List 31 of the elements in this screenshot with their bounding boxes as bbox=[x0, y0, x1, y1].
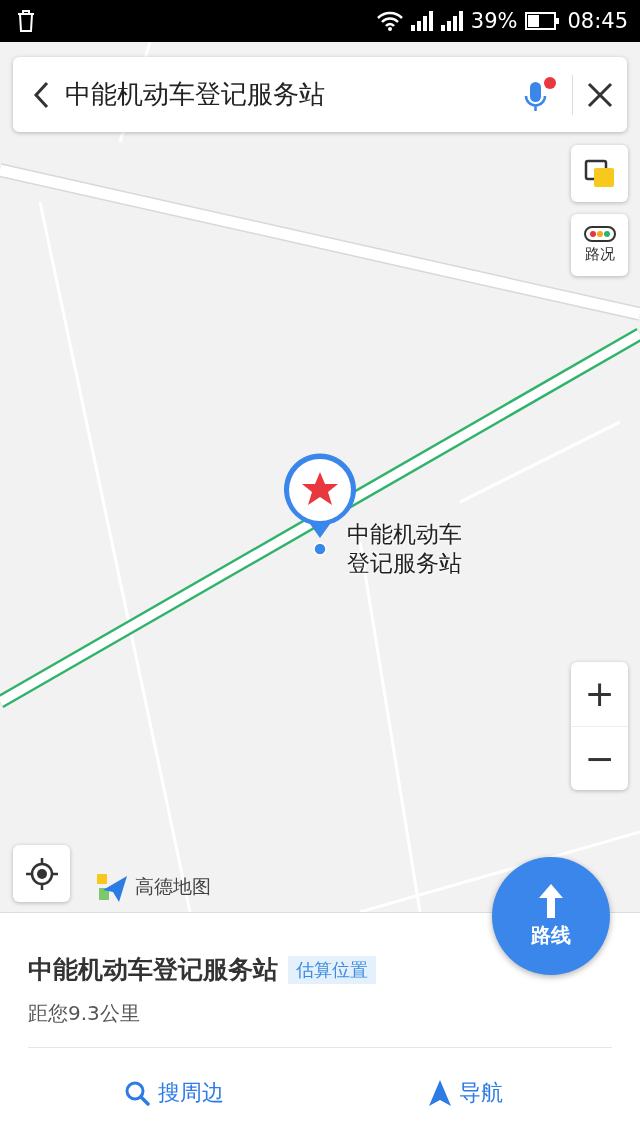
arrow-up-icon bbox=[539, 883, 563, 918]
search-field[interactable]: 中能机动车登记服务站 bbox=[63, 78, 510, 111]
navigation-button[interactable]: 导航 bbox=[320, 1070, 612, 1116]
search-bar[interactable]: 中能机动车登记服务站 bbox=[13, 57, 627, 132]
crosshair-icon bbox=[24, 856, 59, 891]
location-dot-icon bbox=[313, 542, 327, 556]
clock-time: 08:45 bbox=[567, 9, 628, 33]
traffic-light-icon bbox=[583, 226, 616, 242]
zoom-out-button[interactable]: − bbox=[571, 725, 628, 790]
microphone-button[interactable] bbox=[524, 75, 558, 114]
place-name: 中能机动车登记服务站 bbox=[28, 954, 278, 986]
search-icon bbox=[124, 1080, 150, 1106]
back-button[interactable] bbox=[33, 80, 49, 109]
place-label: 中能机动车登记服务站 bbox=[347, 520, 463, 578]
navigation-arrow-icon bbox=[429, 1080, 451, 1106]
distance-text: 距您9.3公里 bbox=[28, 1000, 141, 1027]
battery-percent: 39% bbox=[470, 9, 518, 33]
battery-icon bbox=[525, 12, 560, 30]
layers-icon bbox=[583, 158, 616, 189]
trash-icon bbox=[16, 10, 36, 32]
signal-icon bbox=[410, 11, 433, 31]
zoom-in-button[interactable]: + bbox=[571, 662, 628, 726]
wifi-icon bbox=[376, 11, 403, 31]
locate-button[interactable] bbox=[13, 845, 70, 902]
nearby-search-button[interactable]: 搜周边 bbox=[28, 1070, 320, 1116]
signal-icon bbox=[440, 11, 463, 31]
estimate-tag: 估算位置 bbox=[288, 955, 376, 984]
traffic-button[interactable]: 路况 bbox=[571, 214, 628, 276]
close-button[interactable] bbox=[587, 81, 613, 108]
layers-button[interactable] bbox=[571, 145, 628, 202]
brand-name: 高德地图 bbox=[135, 874, 211, 899]
